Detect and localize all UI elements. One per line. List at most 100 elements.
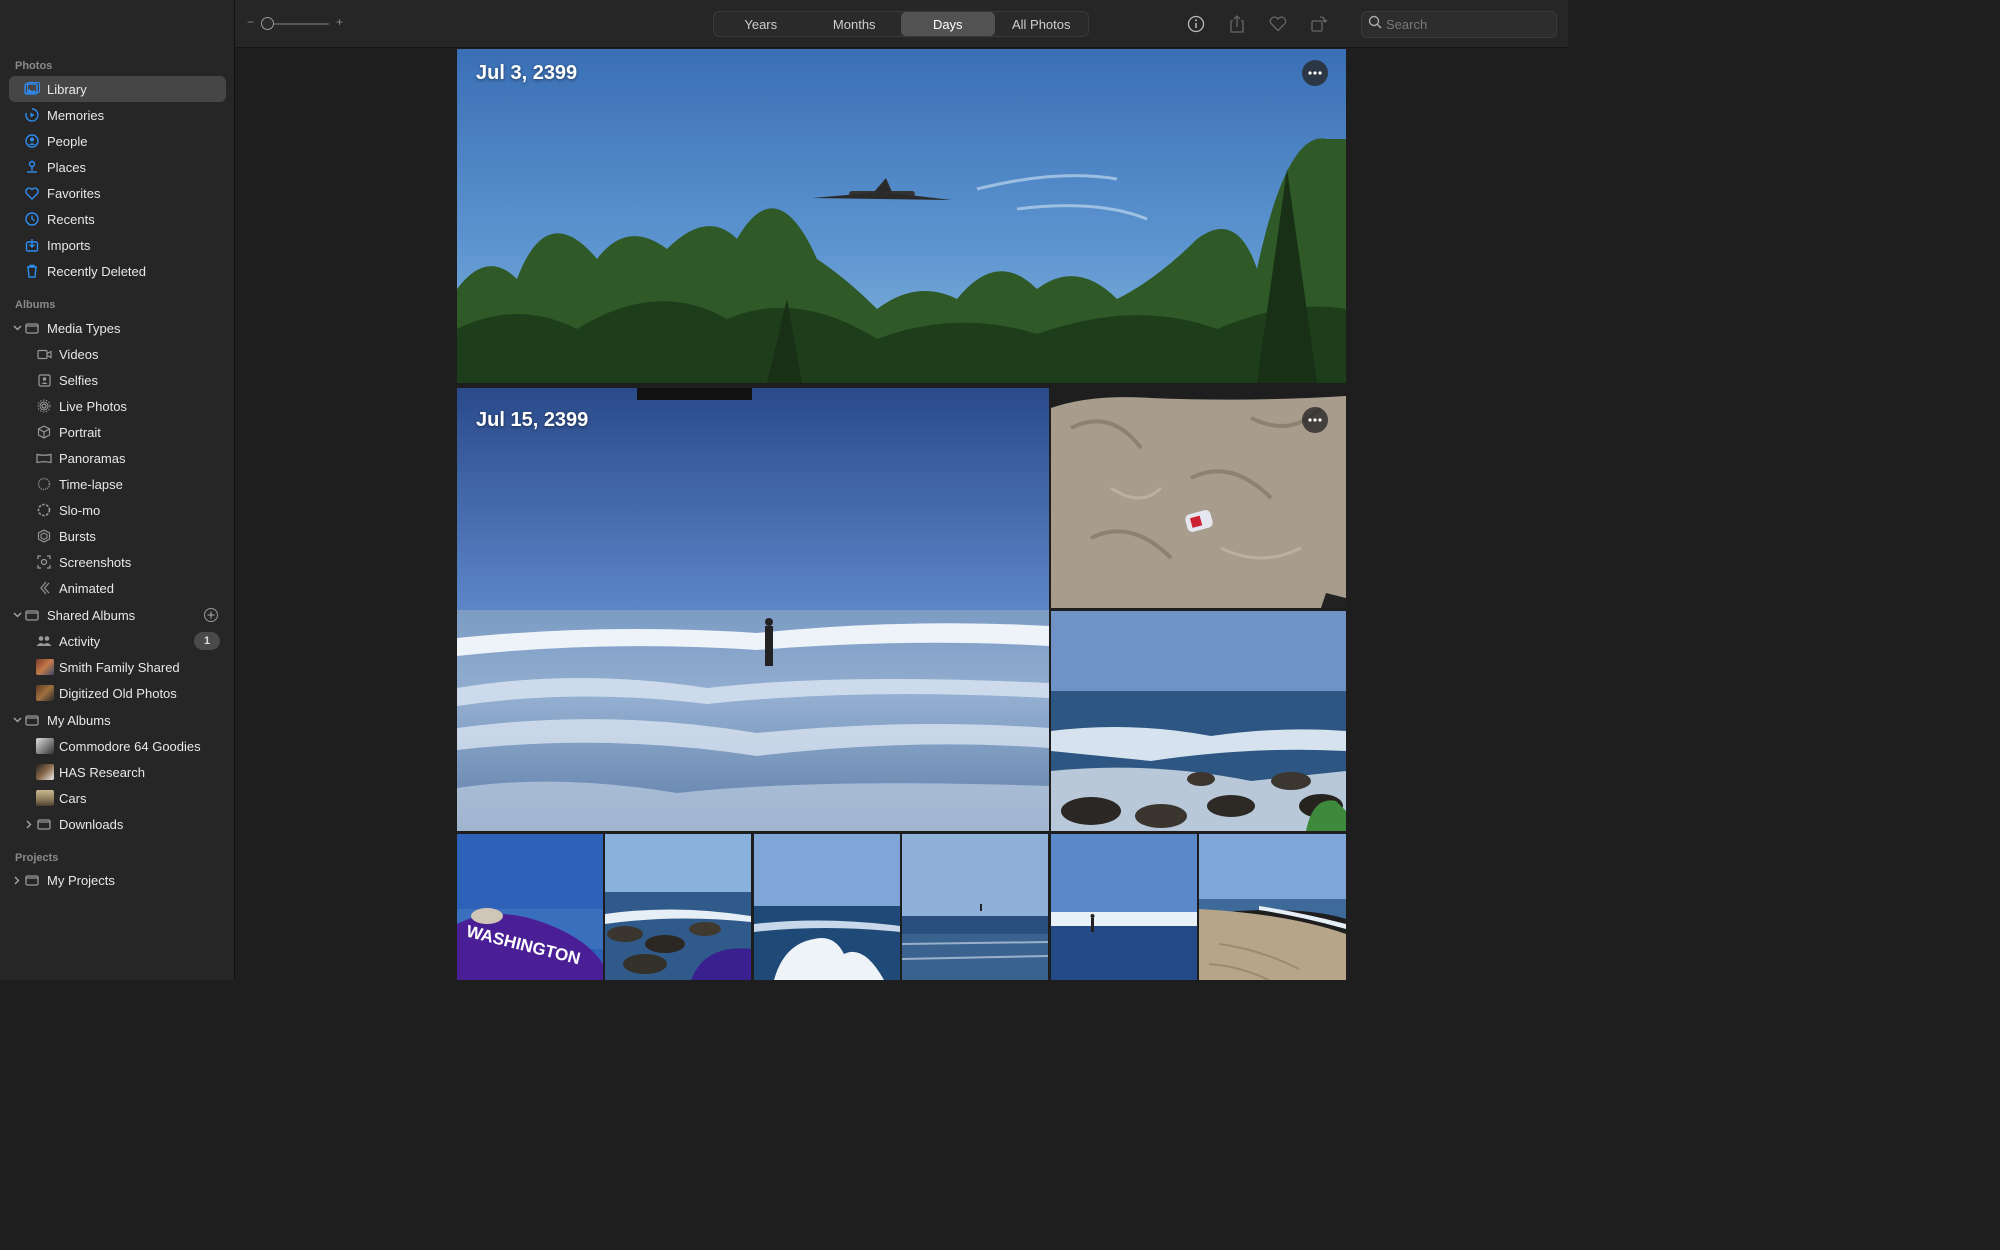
sidebar-item-imports[interactable]: Imports xyxy=(9,232,226,258)
chevron-down-icon[interactable] xyxy=(11,322,23,334)
time-lapse-icon xyxy=(36,476,52,492)
album-thumbnail xyxy=(36,685,54,701)
album-thumbnail xyxy=(36,790,54,806)
sidebar-item-label: Panoramas xyxy=(59,450,126,466)
sidebar-item-time-lapse[interactable]: Time-lapse xyxy=(9,471,226,497)
activity-count-badge: 1 xyxy=(194,632,220,650)
sidebar: Photos Library Memories People Places Fa… xyxy=(0,0,235,980)
photo-washington-shirt[interactable]: WASHINGTON xyxy=(457,834,603,980)
sidebar-item-label: Recently Deleted xyxy=(47,263,146,279)
sidebar-item-places[interactable]: Places xyxy=(9,154,226,180)
tab-days[interactable]: Days xyxy=(901,12,995,36)
folder-icon xyxy=(24,320,40,336)
photo-rocks-sea[interactable] xyxy=(605,834,751,980)
sidebar-item-label: Digitized Old Photos xyxy=(59,685,177,701)
favorite-heart-icon[interactable] xyxy=(1267,13,1289,35)
video-icon xyxy=(36,346,52,362)
sidebar-item-label: Cars xyxy=(59,790,87,806)
album-thumbnail xyxy=(36,659,54,675)
sidebar-item-label: Memories xyxy=(47,107,105,123)
photo-sand-can[interactable] xyxy=(1051,388,1346,608)
sidebar-item-library[interactable]: Library xyxy=(9,76,226,102)
sidebar-item-label: Commodore 64 Goodies xyxy=(59,738,201,754)
sidebar-item-label: Selfies xyxy=(59,372,99,388)
tab-months[interactable]: Months xyxy=(808,12,902,36)
share-icon[interactable] xyxy=(1226,13,1248,35)
search-field[interactable] xyxy=(1361,11,1557,38)
live-photo-icon xyxy=(36,398,52,414)
chevron-down-icon[interactable] xyxy=(11,609,23,621)
photo-rocky-shore[interactable] xyxy=(1051,611,1346,831)
import-icon xyxy=(24,237,40,253)
sidebar-item-recently-deleted[interactable]: Recently Deleted xyxy=(9,258,226,284)
day-date-label: Jul 15, 2399 xyxy=(476,409,589,431)
memories-icon xyxy=(24,107,40,123)
sidebar-item-people[interactable]: People xyxy=(9,128,226,154)
photo-beach-person[interactable]: Jul 15, 2399 xyxy=(457,388,1049,831)
chevron-down-icon[interactable] xyxy=(11,714,23,726)
sidebar-item-smith-family-shared[interactable]: Smith Family Shared xyxy=(9,654,226,680)
photo-wave-splash[interactable] xyxy=(754,834,900,980)
more-options-icon[interactable] xyxy=(1302,407,1328,433)
sidebar-item-animated[interactable]: Animated xyxy=(9,575,226,601)
info-icon[interactable] xyxy=(1185,13,1207,35)
zoom-knob[interactable] xyxy=(261,17,274,30)
sidebar-group-my-projects[interactable]: My Projects xyxy=(9,867,226,893)
sidebar-item-commodore-64-goodies[interactable]: Commodore 64 Goodies xyxy=(9,733,226,759)
sidebar-item-live-photos[interactable]: Live Photos xyxy=(9,393,226,419)
photo-sandy-beach[interactable] xyxy=(1199,834,1346,980)
sidebar-item-label: People xyxy=(47,133,88,149)
sidebar-item-label: Activity xyxy=(59,633,101,649)
sidebar-item-portrait[interactable]: Portrait xyxy=(9,419,226,445)
search-input[interactable] xyxy=(1386,17,1546,32)
album-thumbnail xyxy=(36,764,54,780)
rotate-icon[interactable] xyxy=(1308,13,1330,35)
sidebar-item-screenshots[interactable]: Screenshots xyxy=(9,549,226,575)
add-shared-album-icon[interactable] xyxy=(204,608,218,622)
tab-all-photos[interactable]: All Photos xyxy=(995,12,1089,36)
sidebar-group-shared-albums[interactable]: Shared Albums xyxy=(9,602,226,628)
search-icon xyxy=(1368,15,1382,34)
folder-icon xyxy=(24,872,40,888)
sidebar-item-label: Imports xyxy=(47,237,91,253)
more-options-icon[interactable] xyxy=(1302,60,1328,86)
album-thumbnail xyxy=(36,738,54,754)
sidebar-group-media-types[interactable]: Media Types xyxy=(9,315,226,341)
heart-icon xyxy=(24,185,40,201)
sidebar-item-label: Slo-mo xyxy=(59,502,101,518)
sidebar-item-downloads[interactable]: Downloads xyxy=(9,811,226,837)
cube-icon xyxy=(36,424,52,440)
sidebar-item-memories[interactable]: Memories xyxy=(9,102,226,128)
screenshot-icon xyxy=(36,554,52,570)
sidebar-item-slo-mo[interactable]: Slo-mo xyxy=(9,497,226,523)
zoom-in-label[interactable]: + xyxy=(336,15,343,29)
animated-icon xyxy=(36,580,52,596)
photo-airplane-sky[interactable]: Jul 3, 2399 xyxy=(457,49,1346,383)
view-segmented-control: Years Months Days All Photos xyxy=(713,11,1089,37)
slo-mo-icon xyxy=(36,502,52,518)
sidebar-item-cars[interactable]: Cars xyxy=(9,785,226,811)
sidebar-group-my-albums[interactable]: My Albums xyxy=(9,707,226,733)
photo-beach-walker[interactable] xyxy=(1051,834,1197,980)
sidebar-item-videos[interactable]: Videos xyxy=(9,341,226,367)
sidebar-item-bursts[interactable]: Bursts xyxy=(9,523,226,549)
tab-years[interactable]: Years xyxy=(714,12,808,36)
sidebar-item-favorites[interactable]: Favorites xyxy=(9,180,226,206)
zoom-out-label[interactable]: − xyxy=(247,15,254,29)
sidebar-item-panoramas[interactable]: Panoramas xyxy=(9,445,226,471)
sidebar-item-label: Time-lapse xyxy=(59,476,123,492)
sidebar-item-label: My Projects xyxy=(47,872,115,888)
photo-calm-sea[interactable] xyxy=(902,834,1048,980)
sidebar-item-selfies[interactable]: Selfies xyxy=(9,367,226,393)
sidebar-item-activity[interactable]: Activity 1 xyxy=(9,628,226,654)
zoom-slider[interactable]: − + xyxy=(245,14,345,34)
chevron-right-icon[interactable] xyxy=(23,818,35,830)
sidebar-item-recents[interactable]: Recents xyxy=(9,206,226,232)
selfie-icon xyxy=(36,372,52,388)
chevron-right-icon[interactable] xyxy=(11,874,23,886)
sidebar-item-digitized-old-photos[interactable]: Digitized Old Photos xyxy=(9,680,226,706)
sidebar-item-has-research[interactable]: HAS Research xyxy=(9,759,226,785)
sidebar-item-label: Shared Albums xyxy=(47,607,136,623)
trash-icon xyxy=(24,263,40,279)
folder-icon xyxy=(24,712,40,728)
